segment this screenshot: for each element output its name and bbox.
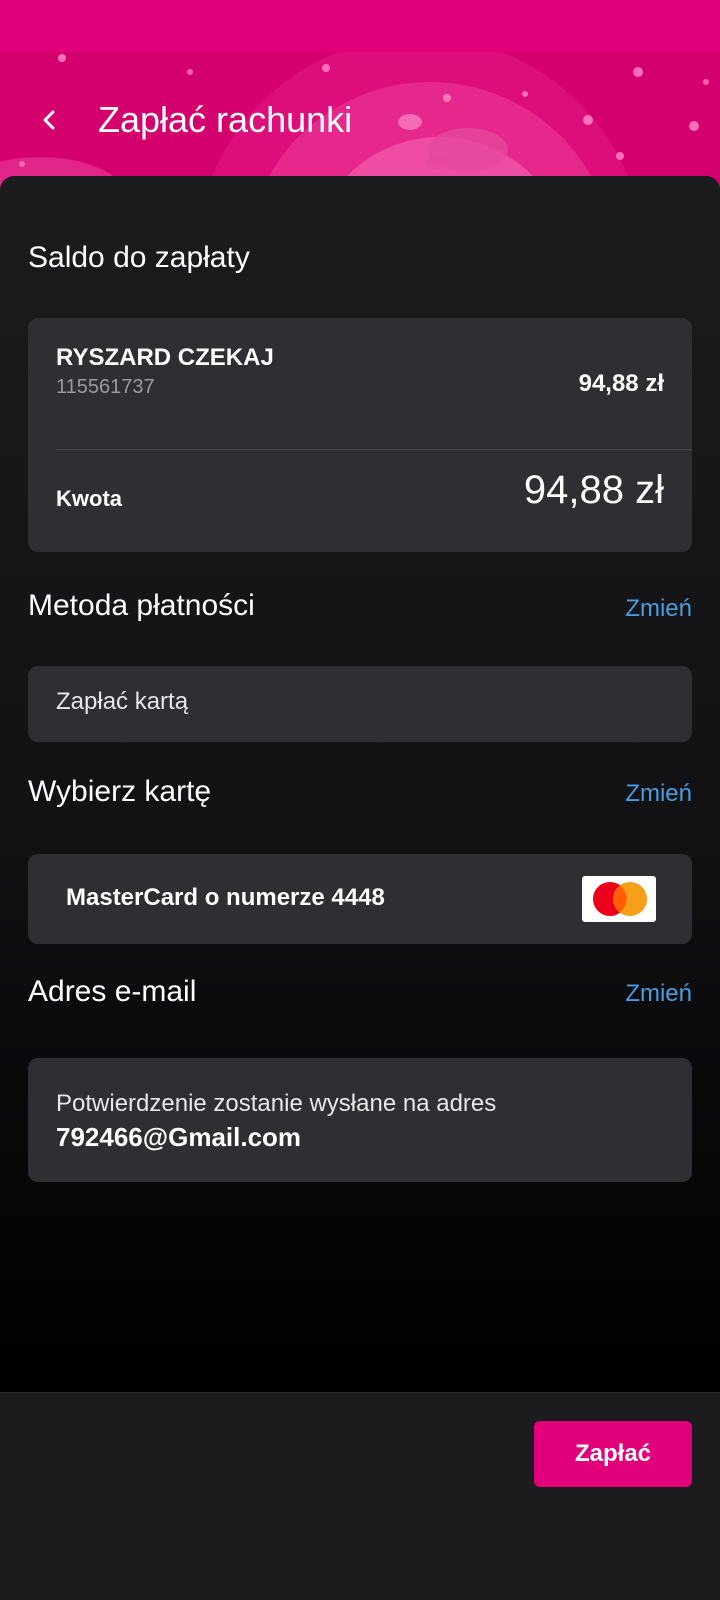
- email-section-title: Adres e-mail: [28, 975, 197, 1008]
- footer-bar: Zapłać: [0, 1392, 720, 1600]
- total-amount: 94,88 zł: [523, 468, 664, 512]
- account-number: 115561737: [56, 376, 155, 398]
- email-address: 792466@Gmail.com: [56, 1122, 302, 1152]
- pay-button[interactable]: Zapłać: [534, 1421, 692, 1487]
- email-info-text: Potwierdzenie zostanie wysłane na adres: [56, 1090, 497, 1117]
- mastercard-logo-icon: [582, 876, 656, 922]
- change-email-link[interactable]: Zmień: [625, 979, 692, 1009]
- selected-card-label: MasterCard o numerze 4448: [66, 884, 385, 911]
- payment-method-section-title: Metoda płatności: [28, 589, 255, 622]
- balance-card: RYSZARD CZEKAJ 115561737 94,88 zł Kwota …: [28, 318, 692, 552]
- page-title: Zapłać rachunki: [98, 99, 353, 140]
- account-name: RYSZARD CZEKAJ: [56, 344, 274, 371]
- balance-section-title: Saldo do zapłaty: [28, 241, 250, 274]
- divider: [56, 449, 692, 450]
- back-button[interactable]: [30, 100, 70, 140]
- payment-method-value: Zapłać kartą: [56, 688, 189, 715]
- content-panel: Saldo do zapłaty RYSZARD CZEKAJ 11556173…: [0, 176, 720, 1392]
- status-bar: [0, 0, 720, 52]
- account-amount: 94,88 zł: [578, 370, 664, 397]
- change-payment-method-link[interactable]: Zmień: [625, 594, 692, 624]
- card-section-title: Wybierz kartę: [28, 775, 212, 808]
- change-card-link[interactable]: Zmień: [625, 779, 692, 809]
- total-label: Kwota: [56, 486, 122, 511]
- selected-card-field[interactable]: MasterCard o numerze 4448: [28, 854, 692, 944]
- back-arrow-icon: [43, 110, 55, 130]
- payment-method-field[interactable]: Zapłać kartą: [28, 666, 692, 742]
- email-info-card: Potwierdzenie zostanie wysłane na adres …: [28, 1058, 692, 1182]
